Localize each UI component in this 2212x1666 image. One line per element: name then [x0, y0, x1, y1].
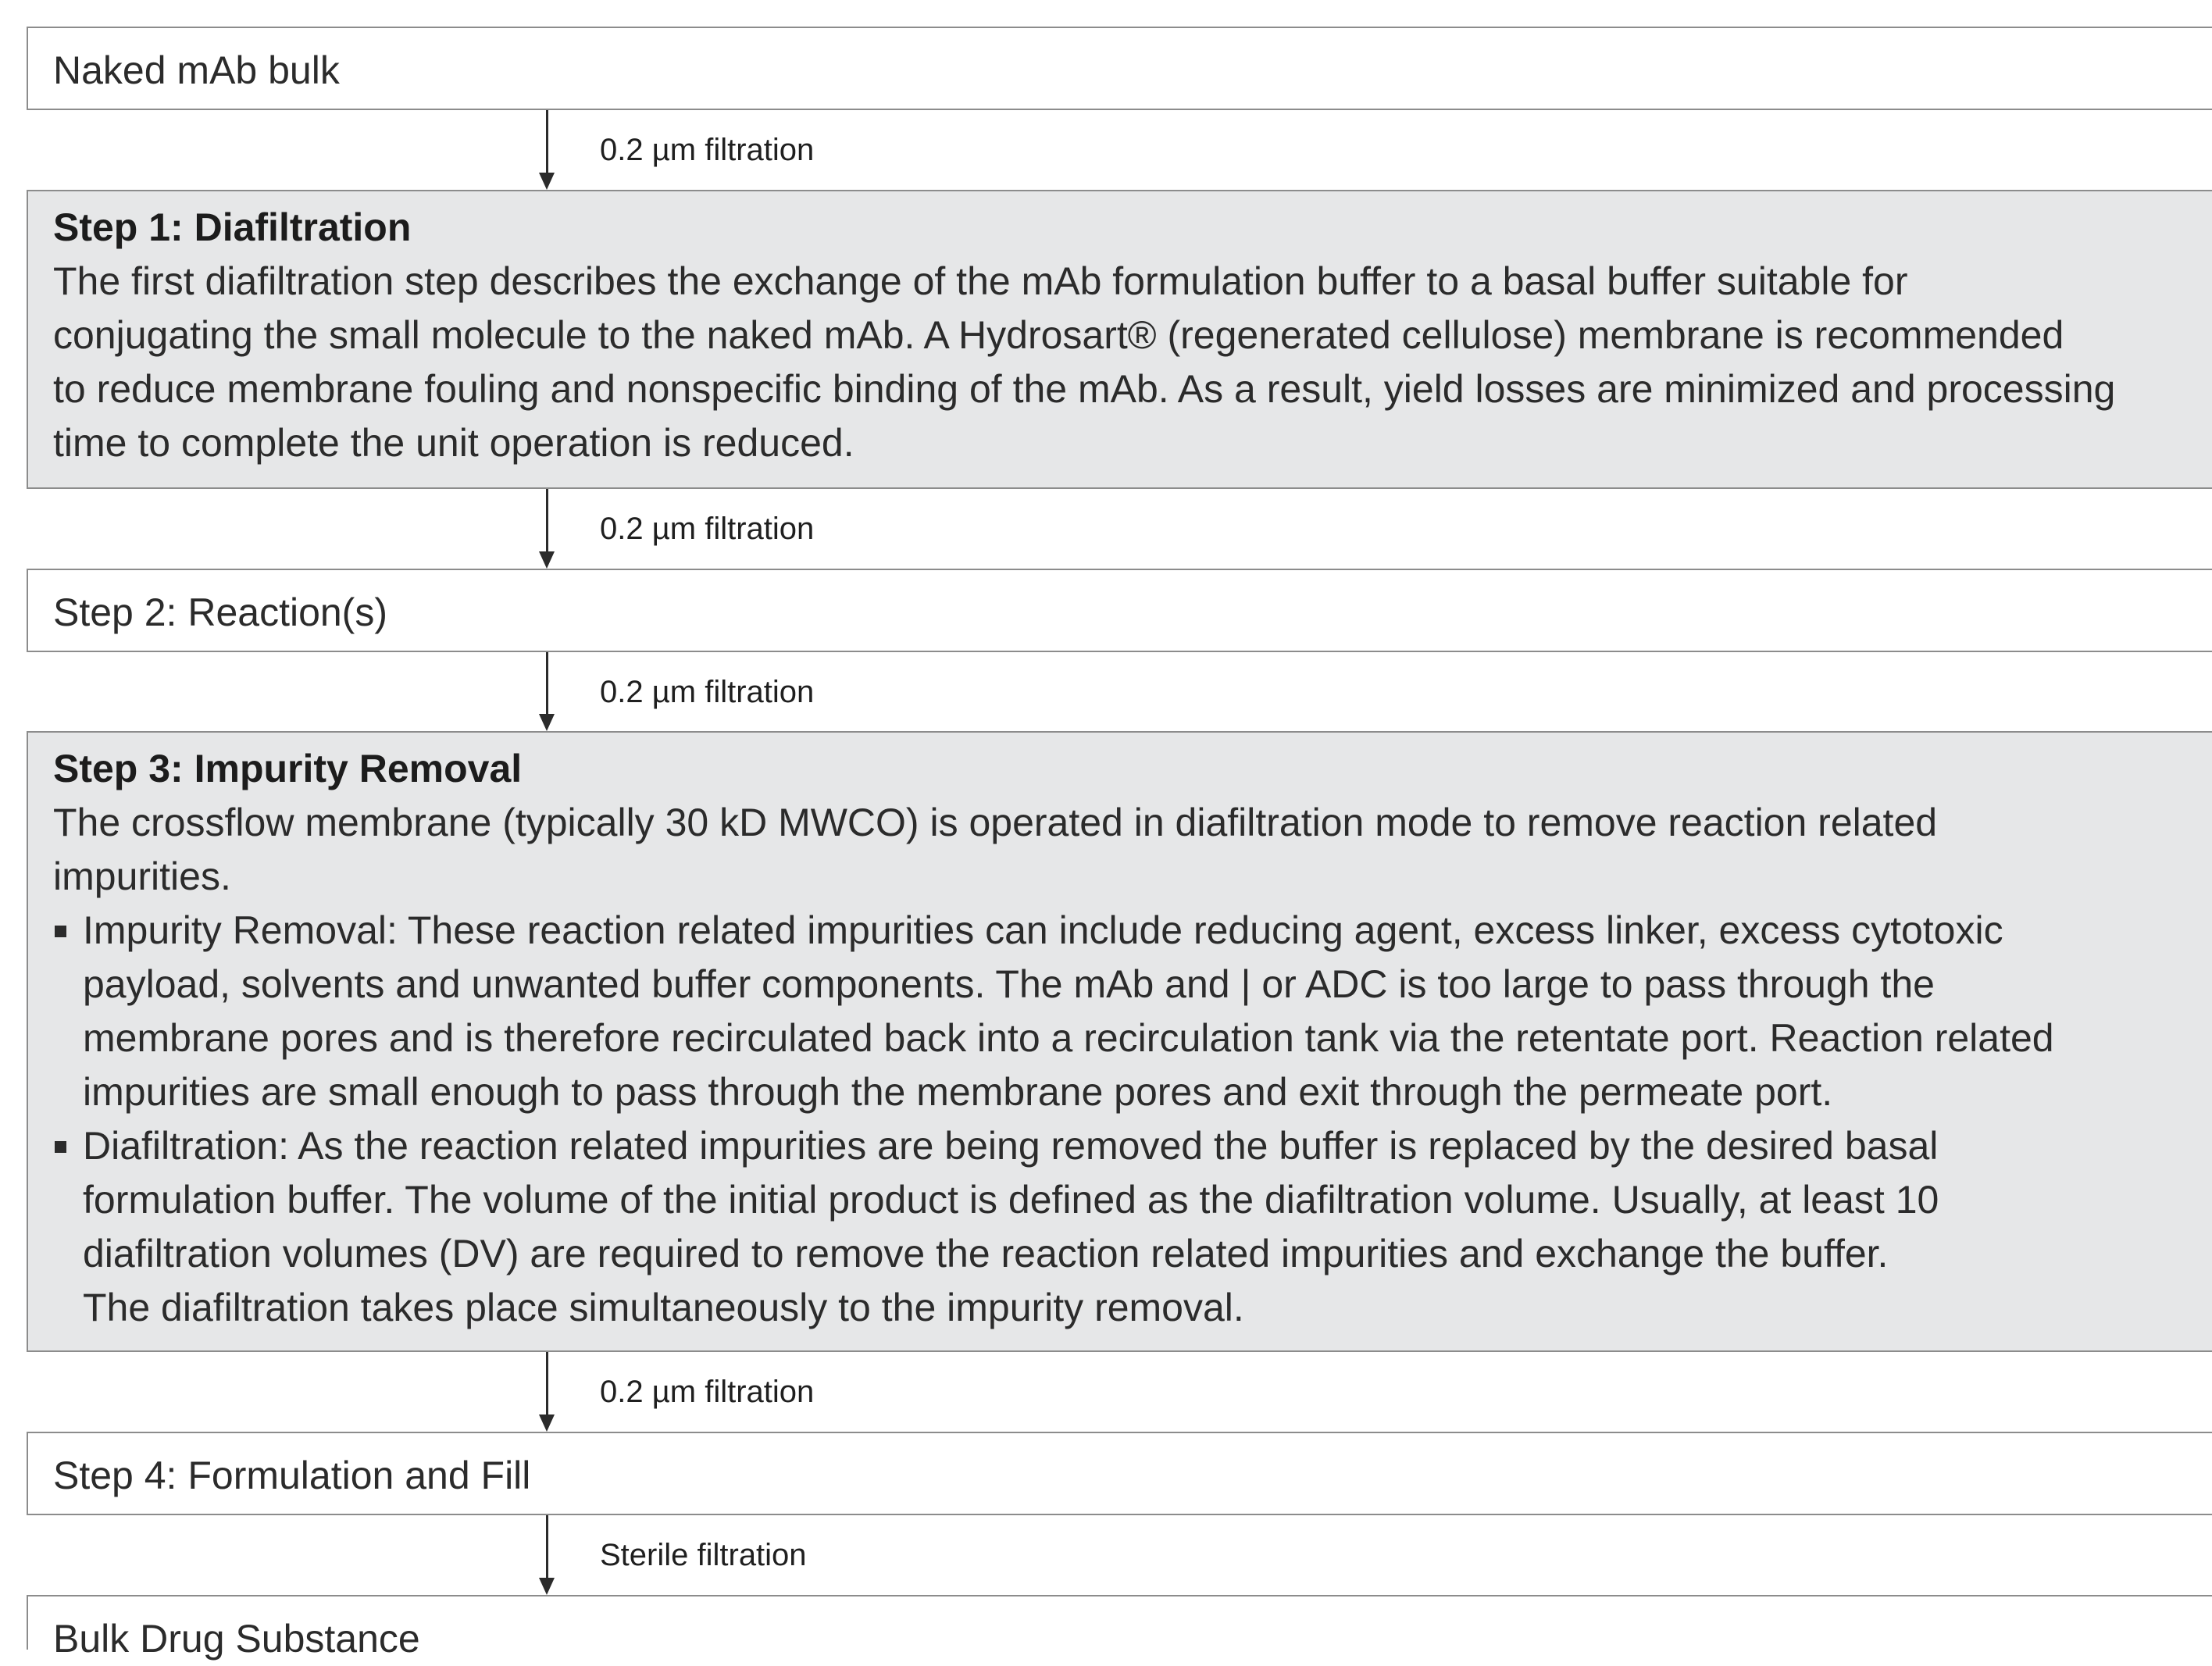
- bullet-line: The diafiltration takes place simultaneo…: [83, 1286, 1244, 1329]
- step-box-formulation-fill: Step 4: Formulation and Fill: [27, 1432, 2212, 1515]
- step-box-reactions: Step 2: Reaction(s): [27, 569, 2212, 652]
- arrow-down-icon: [539, 1414, 555, 1432]
- arrow-down-icon: [539, 714, 555, 731]
- connector-line: [546, 1352, 548, 1416]
- description-line: to reduce membrane fouling and nonspecif…: [53, 367, 2116, 411]
- arrow-down-icon: [539, 173, 555, 190]
- connector-label: 0.2 µm filtration: [600, 675, 815, 709]
- bullet-line: formulation buffer. The volume of the in…: [83, 1178, 1939, 1222]
- arrow-down-icon: [539, 1578, 555, 1595]
- bullet-line: payload, solvents and unwanted buffer co…: [83, 962, 1935, 1006]
- step-title: Step 2: Reaction(s): [53, 590, 387, 634]
- bullet-line: Impurity Removal: These reaction related…: [83, 908, 2003, 952]
- step-title: Bulk Drug Substance: [53, 1617, 420, 1661]
- description-line: impurities.: [53, 854, 231, 898]
- bullet-line: Diafiltration: As the reaction related i…: [83, 1124, 1939, 1168]
- step-title: Step 3: Impurity Removal: [53, 747, 523, 790]
- connector-line: [546, 489, 548, 553]
- connector-label: 0.2 µm filtration: [600, 512, 815, 546]
- step-title: Step 4: Formulation and Fill: [53, 1454, 531, 1497]
- flow-connector: Sterile filtration: [539, 1515, 1086, 1595]
- arrow-down-icon: [539, 551, 555, 569]
- step-box-naked-mab-bulk: Naked mAb bulk: [27, 27, 2212, 110]
- step-box-bulk-drug-substance: Bulk Drug Substance: [27, 1595, 2212, 1661]
- flow-connector: 0.2 µm filtration: [539, 652, 1086, 731]
- bullet-list: Impurity Removal: These reaction related…: [53, 904, 2204, 1335]
- bullet-line: diafiltration volumes (DV) are required …: [83, 1232, 1889, 1275]
- connector-line: [546, 652, 548, 715]
- description-line: time to complete the unit operation is r…: [53, 421, 854, 465]
- description-line: The crossflow membrane (typically 30 kD …: [53, 801, 1938, 844]
- connector-line: [546, 110, 548, 174]
- step-box-impurity-removal: Step 3: Impurity Removal The crossflow m…: [27, 731, 2212, 1352]
- connector-label: 0.2 µm filtration: [600, 1375, 815, 1409]
- step-title: Naked mAb bulk: [53, 48, 340, 92]
- connector-label: Sterile filtration: [600, 1538, 807, 1572]
- step-description: The crossflow membrane (typically 30 kD …: [53, 796, 2204, 904]
- description-line: conjugating the small molecule to the na…: [53, 313, 2064, 357]
- description-line: The first diafiltration step describes t…: [53, 259, 1908, 303]
- flow-connector: 0.2 µm filtration: [539, 110, 1086, 190]
- bullet-item-diafiltration: Diafiltration: As the reaction related i…: [53, 1119, 2204, 1335]
- connector-line: [546, 1515, 548, 1579]
- step-title: Step 1: Diafiltration: [53, 205, 412, 249]
- connector-label: 0.2 µm filtration: [600, 133, 815, 167]
- step-description: The first diafiltration step describes t…: [53, 255, 2204, 470]
- flow-connector: 0.2 µm filtration: [539, 1352, 1086, 1432]
- flow-connector: 0.2 µm filtration: [539, 489, 1086, 569]
- bullet-item-impurity-removal: Impurity Removal: These reaction related…: [53, 904, 2204, 1119]
- step-box-diafiltration: Step 1: Diafiltration The first diafiltr…: [27, 190, 2212, 489]
- bullet-line: membrane pores and is therefore recircul…: [83, 1016, 2054, 1060]
- bullet-line: impurities are small enough to pass thro…: [83, 1070, 1833, 1114]
